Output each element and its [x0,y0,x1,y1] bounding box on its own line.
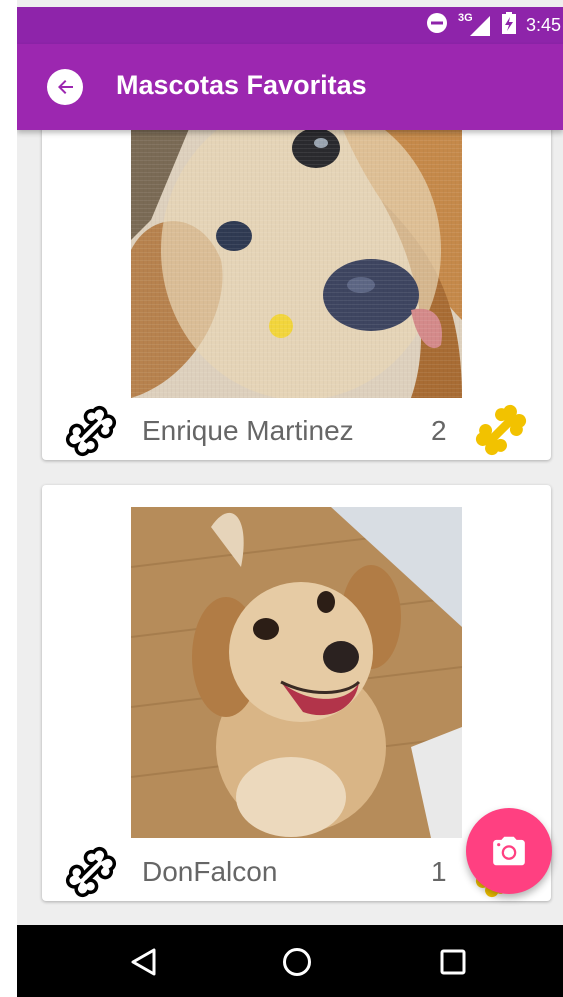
home-circle-icon [283,948,311,976]
pet-card: Enrique Martinez 2 [42,130,551,460]
back-triangle-icon [131,948,156,976]
status-icons: 3G 3:45 [426,7,561,44]
nav-back-button[interactable] [129,947,159,977]
battery-icon [501,12,516,39]
page-title: Mascotas Favoritas [116,70,367,100]
recents-square-icon [440,949,466,975]
bone-outline-icon[interactable] [65,405,117,457]
network-type-label: 3G [457,11,473,24]
do-not-disturb-icon [426,12,448,39]
arrow-back-icon [58,80,73,94]
status-bar: 3G 3:45 [17,7,563,44]
pet-list[interactable]: Enrique Martinez 2 DonFalcon 1 [17,130,563,925]
pet-photo [131,130,462,398]
nav-recents-button[interactable] [438,947,468,977]
camera-icon [493,836,525,866]
bone-filled-icon [473,402,529,458]
pet-name: DonFalcon [142,856,278,887]
like-count: 2 [431,415,447,446]
back-button[interactable] [47,69,83,105]
like-count: 1 [431,856,447,887]
system-nav-bar [17,925,563,997]
camera-fab-button[interactable] [466,808,552,894]
bone-outline-icon[interactable] [65,846,117,898]
app-screen: 3G 3:45 Mascotas Favoritas Enrique Marti… [17,0,563,997]
pet-name: Enrique Martinez [142,415,354,446]
status-time: 3:45 [525,15,561,35]
app-bar: Mascotas Favoritas [17,44,563,130]
pet-photo [131,507,462,838]
nav-home-button[interactable] [282,947,312,977]
signal-icon: 3G [457,11,492,38]
